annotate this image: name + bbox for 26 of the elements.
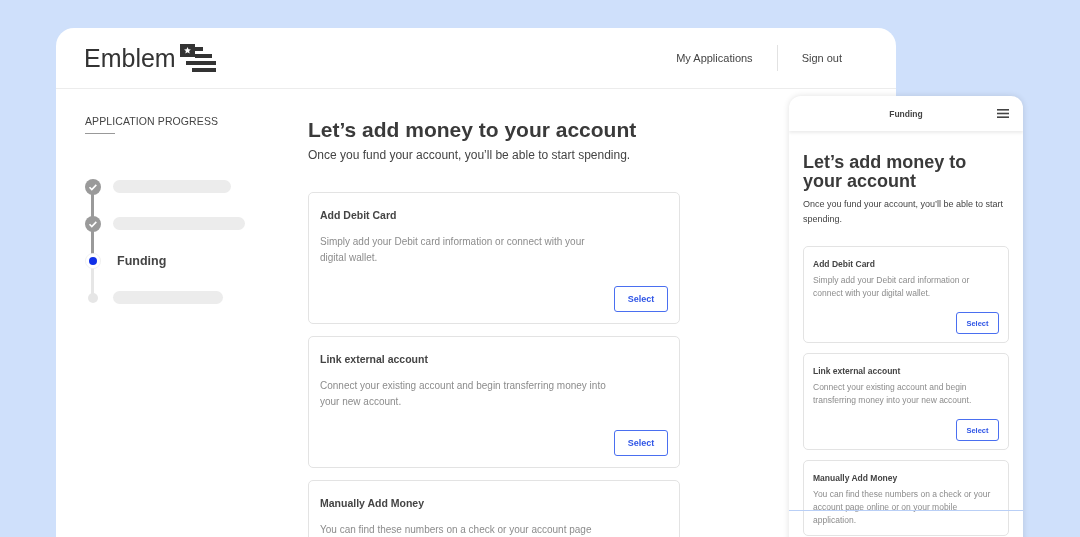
select-button[interactable]: Select xyxy=(614,286,668,312)
nav-link[interactable]: Sign out xyxy=(777,52,866,64)
option-title: Add Debit Card xyxy=(320,209,398,221)
mobile-heading: Let’s add money to your account xyxy=(803,153,968,191)
option-description: You can find these numbers on a check or your account page xyxy=(320,523,593,537)
nav-link[interactable]: My Applications xyxy=(652,52,777,64)
option-description: Connect your existing account and begin transferring money into your new account. xyxy=(813,381,973,407)
step-label: Funding xyxy=(117,253,167,268)
menu-icon[interactable] xyxy=(997,109,1009,118)
logo-text: Emblem xyxy=(84,43,176,73)
mobile-title: Funding xyxy=(889,108,923,119)
option-description: You can find these numbers on a check or your account page online or on your mobile application. xyxy=(813,488,992,527)
option-title: Add Debit Card xyxy=(813,259,876,269)
flag-logo-icon xyxy=(179,44,216,72)
option-description: Connect your existing account and begin transferring money into your new account. xyxy=(320,379,607,409)
option-description: Simply add your Debit card information or connect with your digital wallet. xyxy=(320,235,586,265)
option-title: Link external account xyxy=(813,366,902,376)
page-heading: Let’s add money to your account xyxy=(308,117,637,143)
progress-title: APPLICATION PROGRESS xyxy=(85,115,220,127)
page-subheading: Once you fund your account, you’ll be able to start spending. xyxy=(308,148,632,162)
select-button[interactable]: Select xyxy=(614,430,668,456)
mobile-subheading: Once you fund your account, you’ll be able to start spending. xyxy=(803,198,1005,226)
option-title: Manually Add Money xyxy=(813,473,899,483)
option-description: Simply add your Debit card information or connect with your digital wallet. xyxy=(813,274,971,300)
option-title: Manually Add Money xyxy=(320,497,426,509)
option-title: Link external account xyxy=(320,353,429,365)
